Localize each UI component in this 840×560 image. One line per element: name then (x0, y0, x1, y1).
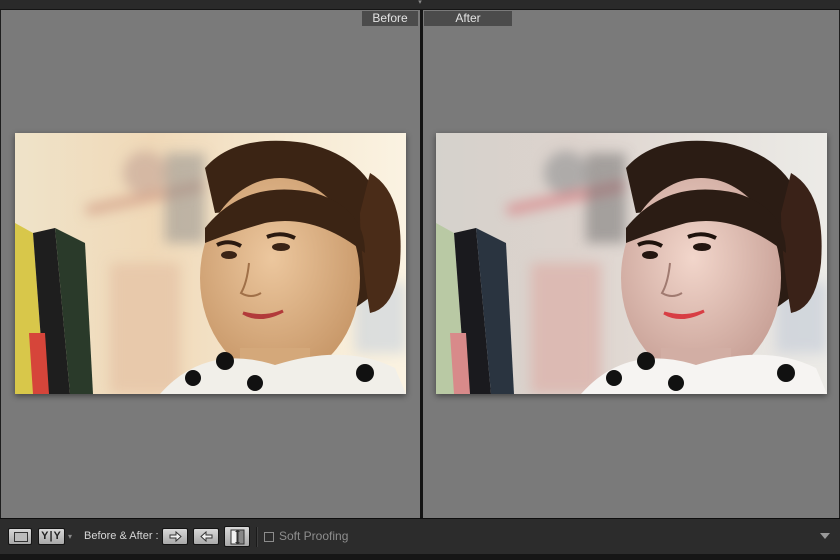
view-mode-caret-icon[interactable]: ▾ (68, 533, 72, 541)
after-pane: After (423, 10, 839, 518)
toolbar-menu-caret-icon[interactable] (820, 533, 830, 539)
before-pane: Before (1, 10, 420, 518)
arrow-right-icon (169, 531, 182, 542)
before-photo (15, 133, 406, 394)
soft-proofing-label[interactable]: Soft Proofing (279, 528, 348, 545)
before-photo-image (15, 133, 406, 394)
toolbar-separator (256, 527, 258, 547)
before-label: Before (362, 11, 418, 26)
copy-before-to-after-button[interactable] (162, 528, 188, 545)
swap-before-after-button[interactable] (224, 526, 250, 547)
after-label: After (424, 11, 512, 26)
before-after-view-button[interactable]: Y|Y (38, 528, 65, 545)
bottom-panel-bar (0, 554, 840, 560)
bottom-toolbar: Y|Y ▾ Before & After : Soft Proofing (0, 518, 840, 555)
top-panel-bar: ▾ (0, 0, 840, 10)
soft-proofing-checkbox[interactable] (264, 532, 274, 542)
before-after-label: Before & After : (84, 530, 159, 542)
after-photo-image (436, 133, 827, 394)
after-photo (436, 133, 827, 394)
swap-arrows-icon (230, 529, 245, 545)
top-panel-toggle-icon[interactable]: ▾ (416, 0, 424, 6)
arrow-left-icon (200, 531, 213, 542)
copy-after-to-before-button[interactable] (193, 528, 219, 545)
rectangle-icon (14, 532, 28, 542)
loupe-view-button[interactable] (8, 528, 32, 545)
